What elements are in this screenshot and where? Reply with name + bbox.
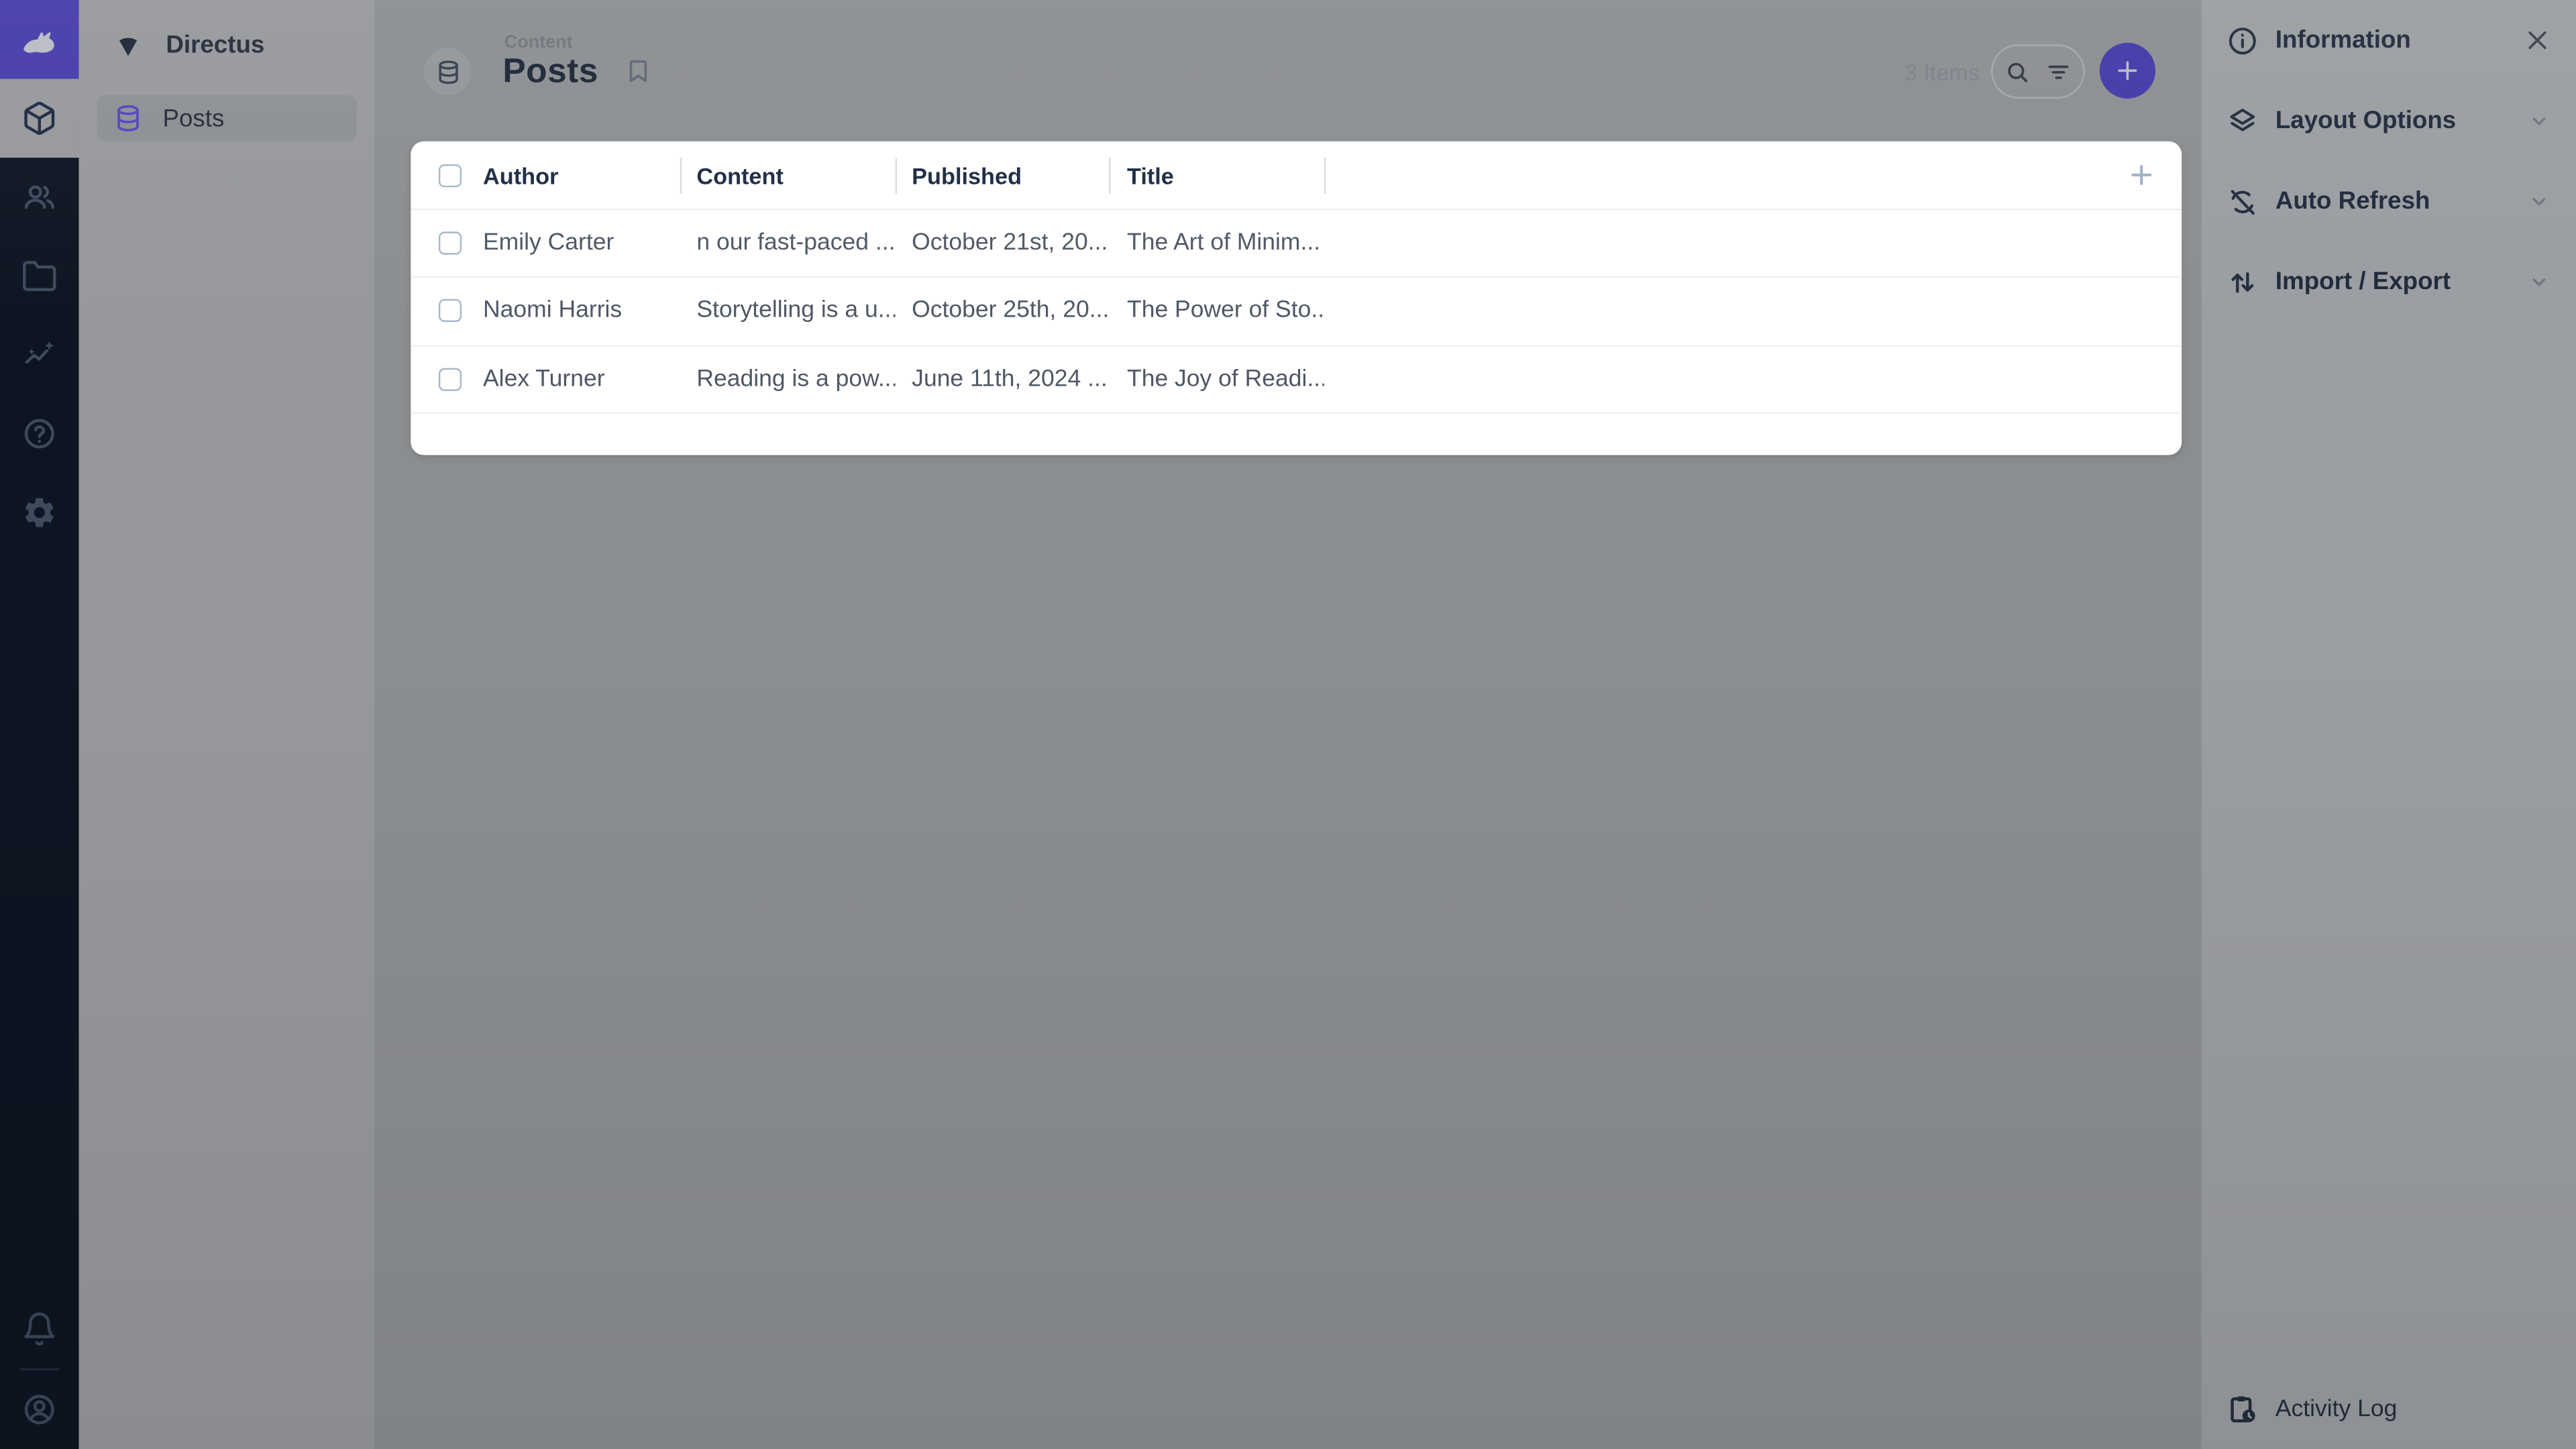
notifications-button[interactable] [0, 1289, 79, 1368]
chevron-down-icon [2527, 109, 2552, 133]
select-all-checkbox[interactable] [439, 164, 462, 186]
column-divider [896, 158, 897, 194]
column-header-published[interactable]: Published [896, 162, 1109, 188]
bell-icon [21, 1311, 58, 1347]
page-title: Posts [502, 52, 598, 92]
column-divider [680, 158, 682, 194]
cell-title: The Art of Minim... [1109, 230, 1324, 256]
column-divider [1324, 158, 1326, 194]
module-insights[interactable] [0, 315, 79, 394]
sidebar-section-label: Auto Refresh [2275, 187, 2510, 215]
table-row[interactable]: Emily Carter n our fast-paced ... Octobe… [411, 210, 2182, 278]
module-file-library[interactable] [0, 237, 79, 316]
cell-content: Reading is a pow... [680, 366, 896, 392]
sync-disabled-icon [2226, 185, 2259, 218]
activity-log-button[interactable]: Activity Log [2202, 1368, 2576, 1449]
cell-published: June 11th, 2024 ... [896, 366, 1109, 392]
main-content: Content Posts 3 Items Author Content [374, 0, 2201, 1449]
module-bar [0, 0, 79, 1449]
sidebar-item-label: Posts [162, 105, 224, 133]
database-icon [113, 103, 143, 133]
import-export-icon [2226, 266, 2259, 299]
module-content[interactable] [0, 79, 79, 158]
cell-title: The Power of Sto... [1109, 298, 1324, 324]
sidebar-section-label: Import / Export [2275, 268, 2510, 296]
table-header-row: Author Content Published Title [411, 142, 2182, 211]
column-divider [1109, 158, 1110, 194]
right-sidebar: Information Layout Options Auto Refresh [2202, 0, 2576, 1449]
cell-title: The Joy of Readi... [1109, 366, 1324, 392]
cell-author: Alex Turner [473, 366, 680, 392]
module-bar-spacer [0, 552, 79, 1290]
project-name: Directus [166, 30, 264, 58]
search-filter-pill [1991, 44, 2085, 99]
close-icon[interactable] [2524, 26, 2552, 54]
column-header-content[interactable]: Content [680, 162, 896, 188]
column-header-author[interactable]: Author [473, 162, 680, 188]
plus-icon [2127, 161, 2155, 189]
database-icon [435, 58, 461, 85]
rabbit-icon [15, 15, 64, 64]
account-button[interactable] [0, 1370, 79, 1449]
cell-content: n our fast-paced ... [680, 230, 896, 256]
items-table: Author Content Published Title Emily Car… [411, 142, 2182, 455]
users-icon [21, 179, 58, 215]
chevron-down-icon [2527, 270, 2552, 294]
table-row[interactable]: Naomi Harris Storytelling is a u... Octo… [411, 278, 2182, 346]
directus-app: Directus Posts Content Posts 3 Items [0, 0, 2576, 1449]
cell-author: Emily Carter [473, 230, 680, 256]
filter-icon[interactable] [2045, 58, 2072, 85]
module-documentation[interactable] [0, 394, 79, 474]
table-row[interactable]: Alex Turner Reading is a pow... June 11t… [411, 346, 2182, 414]
activity-log-label: Activity Log [2275, 1395, 2398, 1421]
cell-published: October 25th, 20... [896, 298, 1109, 324]
add-field-button[interactable] [2127, 161, 2155, 189]
gear-icon [21, 494, 58, 531]
items-count: 3 Items [1904, 59, 1980, 85]
box-icon [21, 100, 58, 136]
info-icon [2226, 24, 2259, 57]
collection-icon-circle [424, 48, 472, 95]
cell-published: October 21st, 20... [896, 230, 1109, 256]
cell-content: Storytelling is a u... [680, 298, 896, 324]
row-checkbox[interactable] [439, 232, 462, 255]
row-checkbox[interactable] [439, 300, 462, 323]
project-header[interactable]: Directus [79, 0, 375, 89]
cell-author: Naomi Harris [473, 298, 680, 324]
help-icon [21, 416, 58, 452]
project-logo-button[interactable] [0, 0, 79, 79]
column-header-title[interactable]: Title [1109, 162, 1324, 188]
user-circle-icon [21, 1391, 58, 1428]
row-checkbox[interactable] [439, 368, 462, 390]
add-item-button[interactable] [2100, 43, 2155, 99]
plus-icon [2114, 58, 2141, 84]
insights-icon [21, 337, 58, 373]
sidebar-section-auto-refresh[interactable]: Auto Refresh [2202, 161, 2576, 241]
layers-icon [2226, 105, 2259, 138]
sidebar-section-layout-options[interactable]: Layout Options [2202, 80, 2576, 161]
chevron-down-icon [2527, 189, 2552, 214]
module-settings[interactable] [0, 473, 79, 552]
sidebar-section-import-export[interactable]: Import / Export [2202, 241, 2576, 322]
sidebar-item-posts[interactable]: Posts [97, 95, 356, 142]
sidebar-section-label: Information [2275, 26, 2507, 54]
folder-icon [21, 258, 58, 294]
sidebar-section-information[interactable]: Information [2202, 0, 2576, 80]
fan-icon [112, 28, 145, 61]
search-icon[interactable] [2004, 58, 2031, 85]
sidebar-section-label: Layout Options [2275, 107, 2510, 135]
clipboard-clock-icon [2226, 1393, 2259, 1426]
bookmark-icon[interactable] [625, 58, 653, 86]
module-user-directory[interactable] [0, 158, 79, 237]
nav-sidebar: Directus Posts [79, 0, 375, 1449]
breadcrumb[interactable]: Content [504, 33, 573, 52]
